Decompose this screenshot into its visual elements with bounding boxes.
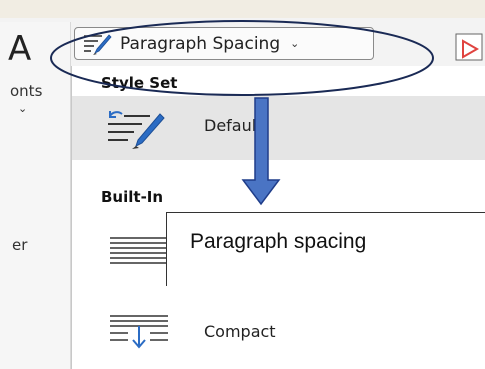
annotation-overlay: [50, 20, 434, 206]
highlight-ellipse: [50, 20, 434, 96]
down-arrow-icon: [241, 97, 281, 206]
